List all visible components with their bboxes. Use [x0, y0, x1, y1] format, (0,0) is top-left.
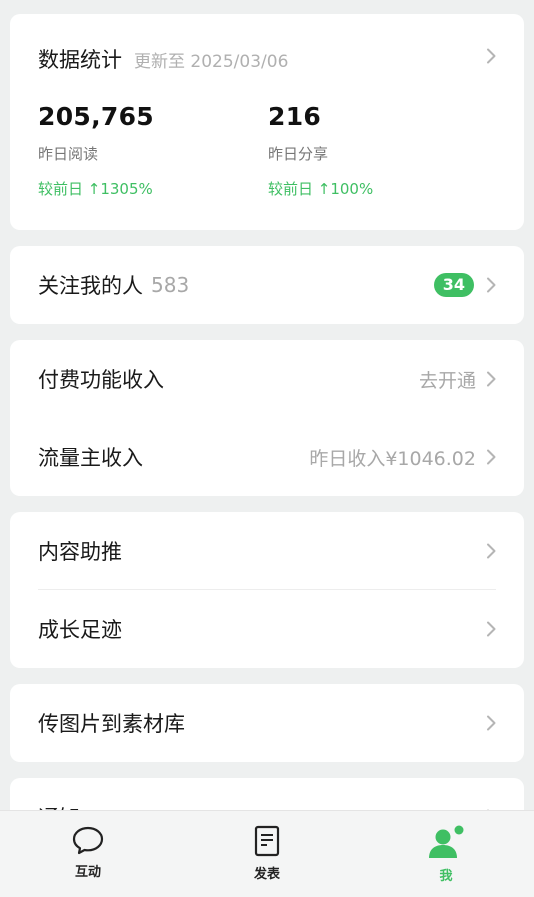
tab-interact[interactable]: 互动 [28, 825, 148, 880]
paid-income-label: 付费功能收入 [38, 368, 164, 392]
chat-bubble-icon [72, 826, 104, 855]
chevron-right-icon [487, 715, 496, 731]
stats-updated-date: 更新至 2025/03/06 [134, 52, 289, 72]
chevron-right-icon [487, 449, 496, 465]
stats-title: 数据统计 [38, 48, 122, 72]
notice-row[interactable]: 通知 [10, 778, 524, 810]
content-promote-row[interactable]: 内容助推 [10, 512, 524, 590]
notice-card: 通知 [10, 778, 524, 810]
content-card: 内容助推 成长足迹 [10, 512, 524, 668]
chevron-right-icon [487, 621, 496, 637]
profile-icon [429, 825, 464, 858]
bottom-tab-bar: 互动 发表 我 [0, 810, 534, 897]
stat-value: 216 [268, 102, 322, 131]
followers-count: 583 [151, 273, 190, 297]
stats-card[interactable]: 数据统计 更新至 2025/03/06 205,765 昨日阅读 较前日 ↑13… [10, 14, 524, 230]
chevron-right-icon [487, 277, 496, 293]
upload-images-row[interactable]: 传图片到素材库 [10, 684, 524, 762]
traffic-income-row[interactable]: 流量主收入 昨日收入¥1046.02 [10, 418, 524, 496]
tab-label: 我 [439, 869, 453, 884]
upload-card: 传图片到素材库 [10, 684, 524, 762]
stat-change: 较前日 ↑100% [268, 180, 374, 198]
followers-row[interactable]: 关注我的人 583 34 [10, 246, 524, 324]
tab-publish[interactable]: 发表 [207, 825, 327, 882]
chevron-right-icon [487, 371, 496, 387]
tab-label: 发表 [253, 867, 280, 882]
followers-label: 关注我的人 [38, 274, 143, 298]
scroll-content[interactable]: 数据统计 更新至 2025/03/06 205,765 昨日阅读 较前日 ↑13… [0, 0, 534, 810]
stat-label: 昨日阅读 [38, 145, 99, 163]
notice-label: 通知 [38, 802, 80, 810]
new-followers-badge: 34 [433, 273, 474, 297]
tab-label: 互动 [74, 865, 101, 880]
stat-change: 较前日 ↑1305% [38, 180, 153, 198]
growth-footprint-label: 成长足迹 [38, 618, 122, 642]
followers-card: 关注我的人 583 34 [10, 246, 524, 324]
stat-yesterday-reads[interactable]: 205,765 昨日阅读 较前日 ↑1305% [38, 102, 154, 199]
traffic-income-label: 流量主收入 [38, 446, 143, 470]
upload-images-label: 传图片到素材库 [38, 712, 185, 736]
stat-label: 昨日分享 [268, 145, 329, 163]
paid-income-row[interactable]: 付费功能收入 去开通 [10, 340, 524, 418]
income-card: 付费功能收入 去开通 流量主收入 昨日收入¥1046.02 [10, 340, 524, 496]
document-icon [254, 825, 280, 857]
stat-yesterday-shares[interactable]: 216 昨日分享 较前日 ↑100% [268, 102, 373, 199]
paid-income-hint: 去开通 [418, 369, 476, 392]
chevron-right-icon [487, 543, 496, 559]
content-promote-label: 内容助推 [38, 540, 122, 564]
stats-header: 数据统计 更新至 2025/03/06 [38, 44, 496, 74]
growth-footprint-row[interactable]: 成长足迹 [10, 590, 524, 668]
chevron-right-icon[interactable] [486, 48, 496, 64]
tab-me[interactable]: 我 [386, 825, 506, 884]
traffic-income-hint: 昨日收入¥1046.02 [309, 447, 476, 470]
stat-value: 205,765 [38, 102, 154, 131]
